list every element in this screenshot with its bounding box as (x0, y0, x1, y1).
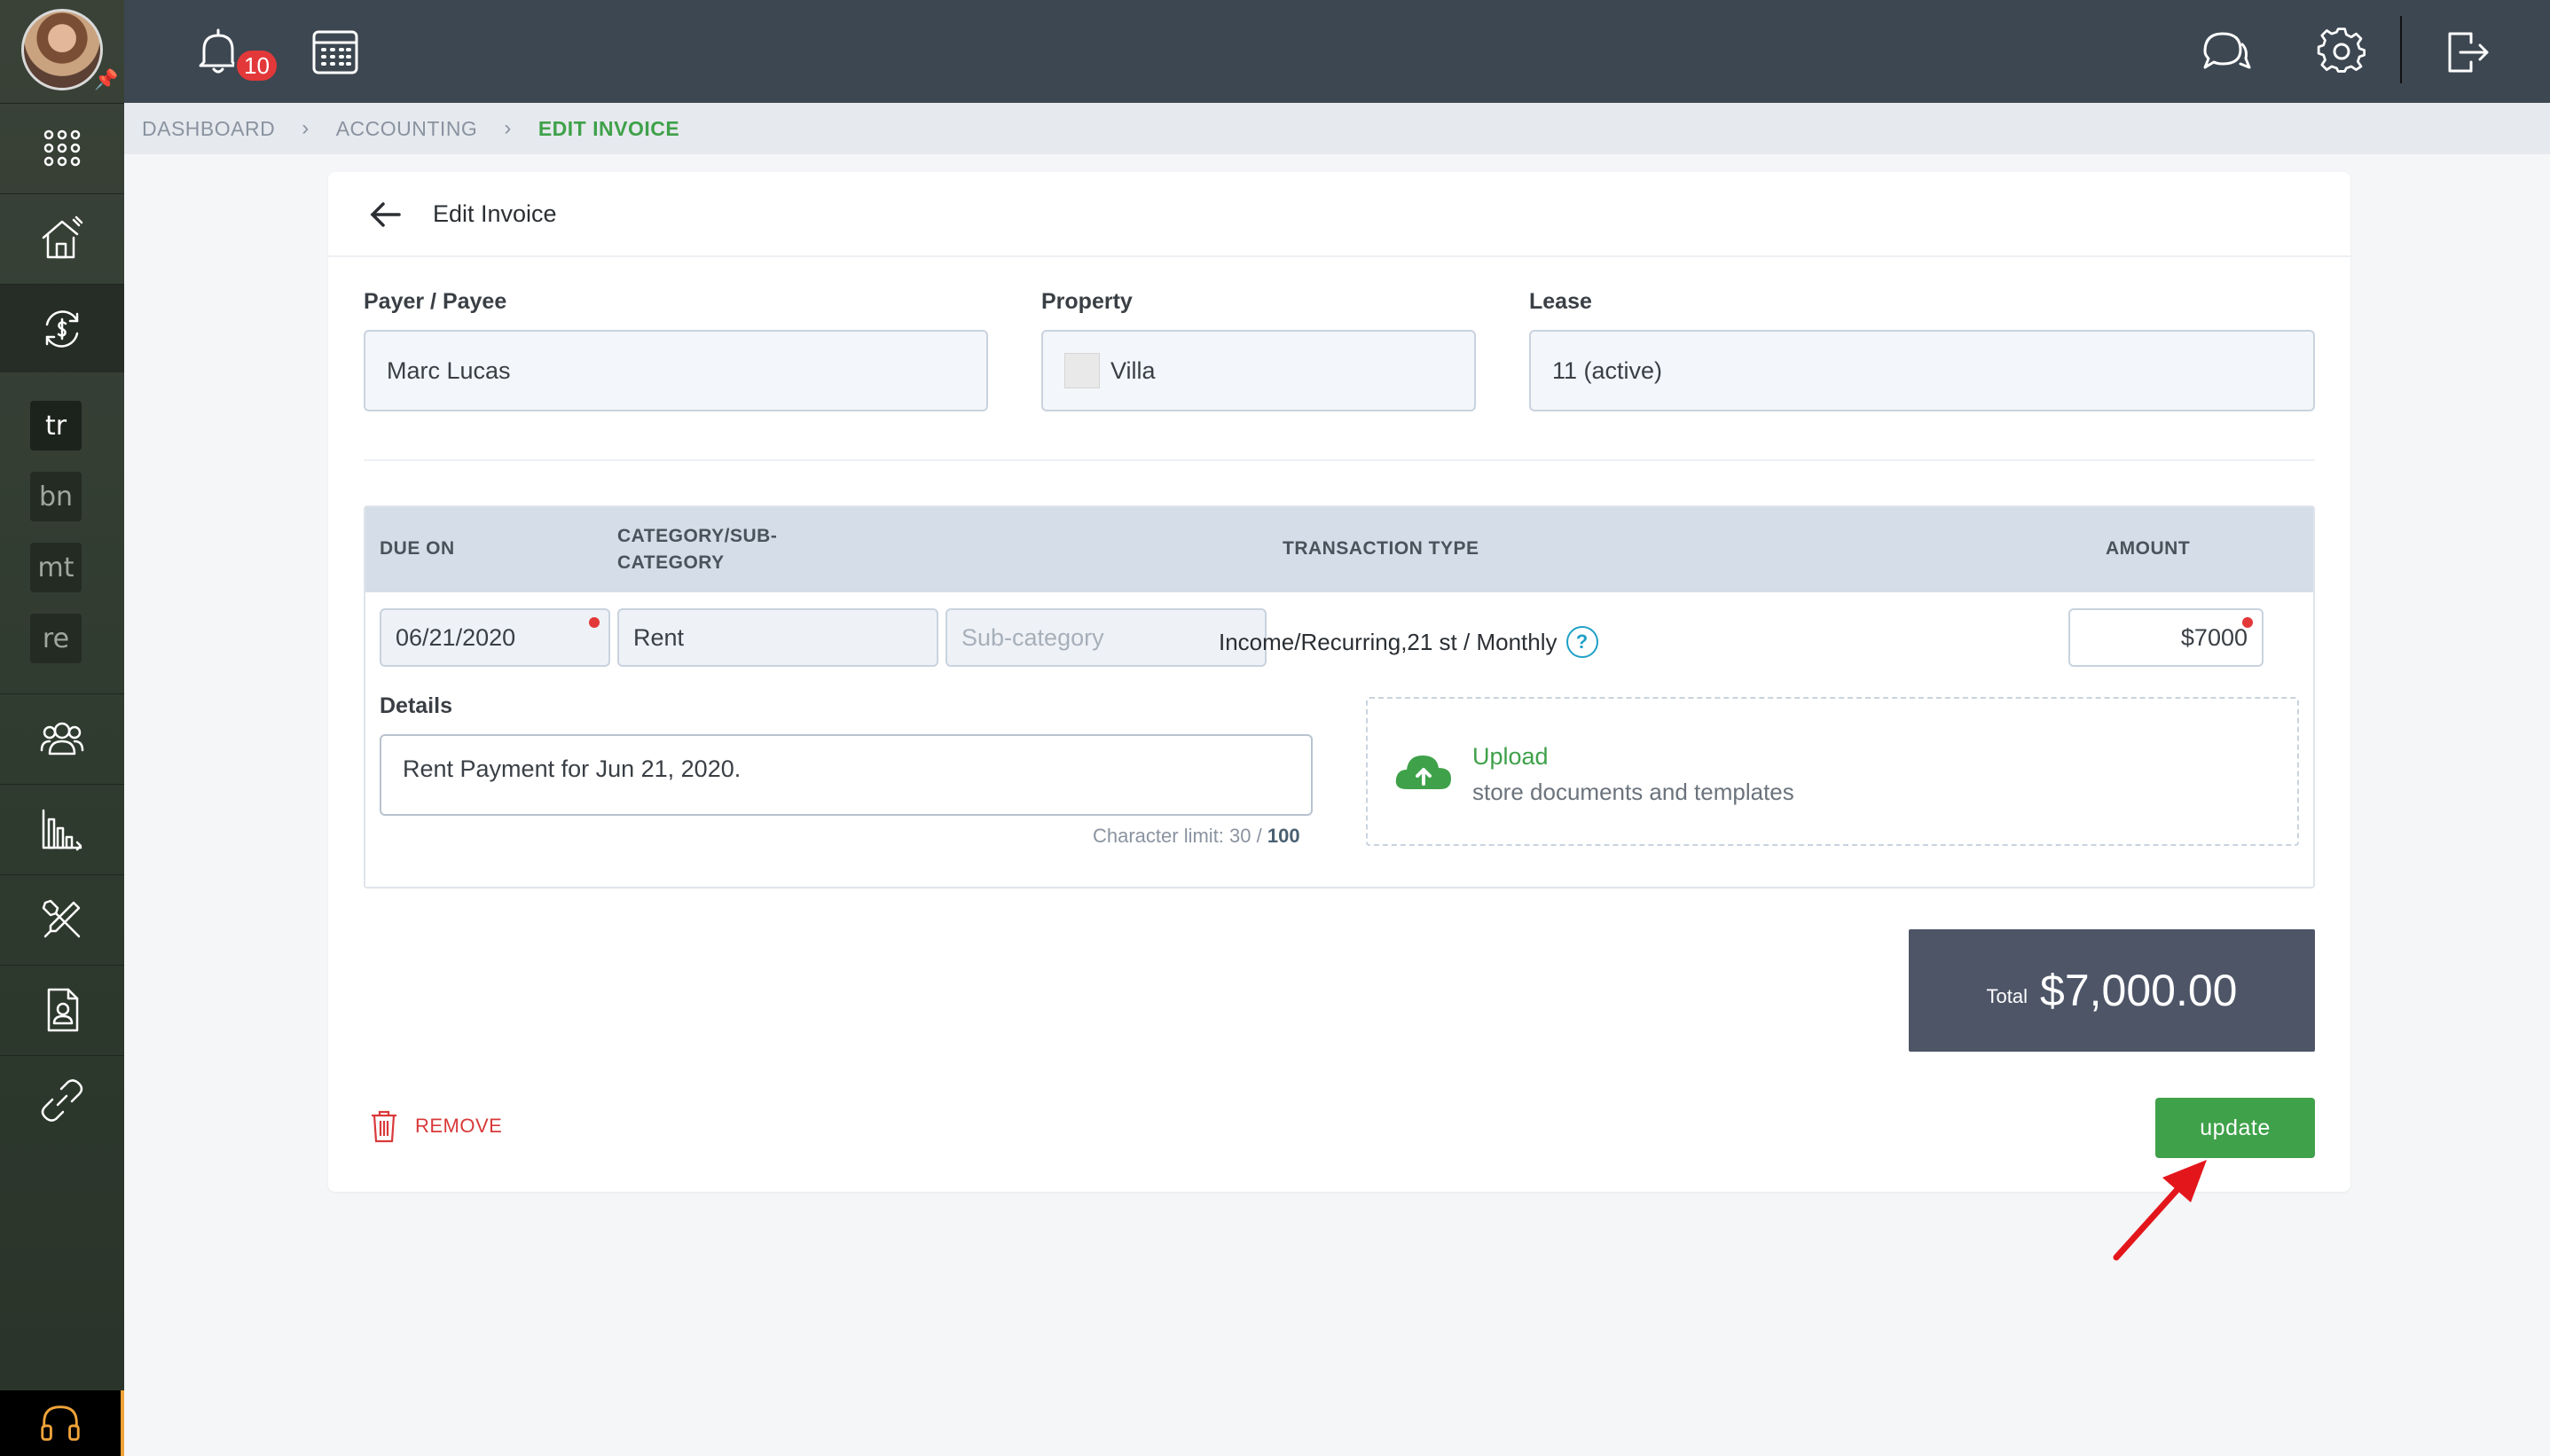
document-user-icon (47, 988, 79, 1031)
arrow-left-icon (370, 202, 401, 227)
calendar-icon (312, 30, 358, 74)
character-limit: Character limit: 30 / 100 (1093, 825, 1300, 848)
logout-button[interactable] (2439, 25, 2492, 78)
property-label: Property (1041, 289, 1133, 314)
table-header: DUE ON CATEGORY/SUB- CATEGORY TRANSACTIO… (365, 507, 2313, 592)
topbar: 10 (124, 0, 2550, 103)
details-label: Details (380, 693, 452, 718)
remove-button[interactable]: REMOVE (369, 1108, 502, 1144)
sidebar-tag-tr[interactable]: tr (30, 401, 82, 450)
header-category-line1: CATEGORY/SUB- (617, 526, 778, 546)
sidebar-item-properties[interactable] (0, 193, 124, 282)
update-button[interactable]: update (2155, 1098, 2315, 1158)
chat-button[interactable] (2198, 25, 2251, 78)
due-date-input[interactable]: 06/21/2020 (380, 608, 610, 667)
edit-invoice-card: Edit Invoice Payer / Payee Marc Lucas Pr… (328, 172, 2350, 1192)
lease-value: 11 (active) (1552, 356, 1663, 384)
upload-title: Upload (1472, 743, 1549, 770)
gear-icon (2317, 27, 2366, 73)
header-category: CATEGORY/SUB- CATEGORY (617, 523, 777, 576)
topbar-divider (2400, 16, 2402, 83)
headset-icon (41, 1405, 80, 1441)
sidebar-support[interactable] (0, 1390, 124, 1456)
cloud-upload-icon (1395, 755, 1451, 789)
sidebar-item-integrations[interactable] (0, 1055, 124, 1144)
sidebar: 📌 tr bn mt re (0, 0, 124, 1456)
header-transaction-type: TRANSACTION TYPE (1283, 538, 1479, 559)
header-due-on: DUE ON (380, 538, 455, 559)
payer-value: Marc Lucas (387, 356, 511, 384)
breadcrumb: DASHBOARD › ACCOUNTING › EDIT INVOICE (124, 103, 2550, 154)
header-category-line2: CATEGORY (617, 552, 725, 573)
sidebar-item-reports[interactable] (0, 784, 124, 873)
amount-value: $7000 (2180, 623, 2248, 651)
card-header: Edit Invoice (328, 172, 2350, 257)
character-limit-max: 100 (1267, 825, 1300, 847)
page-title: Edit Invoice (433, 200, 557, 227)
calendar-button[interactable] (309, 25, 362, 78)
total-value: $7,000.00 (2040, 966, 2238, 1015)
breadcrumb-accounting[interactable]: ACCOUNTING (336, 117, 478, 141)
lease-field[interactable]: 11 (active) (1529, 330, 2315, 411)
details-input[interactable]: Rent Payment for Jun 21, 2020. (380, 734, 1313, 816)
sidebar-item-maintenance[interactable] (0, 874, 124, 963)
remove-label: REMOVE (415, 1115, 503, 1137)
due-date-value: 06/21/2020 (396, 623, 516, 651)
header-amount: AMOUNT (2106, 538, 2191, 559)
chevron-right-icon: › (302, 116, 310, 140)
user-avatar[interactable] (21, 9, 103, 90)
notifications-button[interactable]: 10 (192, 25, 279, 83)
transaction-type: Income/Recurring,21 st / Monthly ? (1219, 626, 1598, 658)
logout-icon (2448, 32, 2489, 73)
subcategory-placeholder: Sub-category (961, 623, 1104, 651)
sidebar-tag-re[interactable]: re (30, 614, 82, 663)
lease-label: Lease (1529, 289, 1592, 314)
help-icon[interactable]: ? (1565, 626, 1598, 658)
sidebar-item-accounting[interactable] (0, 284, 124, 372)
sidebar-tag-mt[interactable]: mt (30, 543, 82, 592)
transaction-type-value: Income/Recurring,21 st / Monthly (1219, 628, 1557, 655)
breadcrumb-edit-invoice: EDIT INVOICE (537, 116, 680, 140)
house-icon (42, 215, 83, 258)
sidebar-item-people[interactable] (0, 693, 124, 782)
back-button[interactable] (367, 199, 403, 231)
payer-field[interactable]: Marc Lucas (364, 330, 988, 411)
grid-dots-icon (43, 129, 81, 166)
users-icon (40, 722, 84, 755)
character-limit-text: Character limit: 30 / (1093, 825, 1267, 847)
pin-icon[interactable]: 📌 (94, 69, 118, 90)
required-indicator (2242, 617, 2253, 628)
category-value: Rent (633, 623, 685, 651)
annotation-arrow-icon (2113, 1160, 2207, 1261)
upload-subtitle: store documents and templates (1472, 779, 1794, 805)
trash-icon (372, 1110, 396, 1143)
required-indicator (589, 617, 600, 628)
bar-chart-icon (42, 809, 82, 850)
property-field[interactable]: Villa (1041, 330, 1476, 411)
section-divider (364, 459, 2315, 461)
settings-button[interactable] (2315, 25, 2368, 78)
category-input[interactable]: Rent (617, 608, 938, 667)
total-label: Total (1986, 985, 2028, 1007)
chevron-right-icon: › (504, 116, 512, 140)
sidebar-item-apps[interactable] (0, 103, 124, 192)
property-thumbnail (1064, 353, 1100, 388)
breadcrumb-dashboard[interactable]: DASHBOARD (142, 117, 275, 141)
sidebar-item-documents[interactable] (0, 965, 124, 1053)
sidebar-tag-bn[interactable]: bn (30, 472, 82, 521)
dollar-cycle-icon (45, 309, 79, 348)
payer-label: Payer / Payee (364, 289, 507, 314)
tools-icon (42, 899, 81, 937)
total-summary: Total $7,000.00 (1909, 929, 2315, 1052)
chat-bubbles-icon (2203, 32, 2251, 69)
notification-badge: 10 (234, 48, 279, 83)
link-icon (41, 1078, 83, 1122)
upload-dropzone[interactable]: Upload store documents and templates (1366, 697, 2299, 846)
amount-input[interactable]: $7000 (2068, 608, 2264, 667)
property-value: Villa (1110, 356, 1156, 384)
